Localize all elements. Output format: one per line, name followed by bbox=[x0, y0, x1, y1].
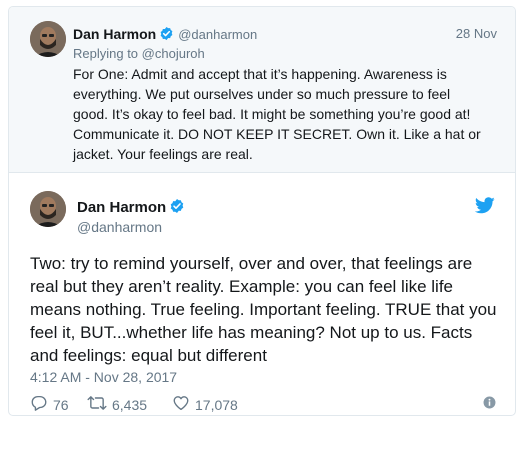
retweet-count: 6,435 bbox=[112, 396, 148, 413]
main-header: Dan Harmon bbox=[77, 198, 185, 219]
embedded-tweet-card: Dan Harmon @danharmon 28 Nov Replying to … bbox=[8, 6, 516, 416]
reply-icon bbox=[30, 394, 53, 415]
avatar[interactable] bbox=[30, 191, 66, 227]
avatar[interactable] bbox=[30, 21, 66, 57]
display-name[interactable]: Dan Harmon bbox=[77, 199, 166, 216]
retweet-icon bbox=[87, 394, 112, 415]
verified-badge-icon bbox=[169, 198, 185, 219]
tweet-date[interactable]: 28 Nov bbox=[456, 26, 497, 41]
like-count: 17,078 bbox=[195, 396, 238, 413]
tweet-actions: 76 6,435 17,078 bbox=[30, 394, 496, 414]
like-button[interactable]: 17,078 bbox=[172, 394, 238, 415]
replying-prefix: Replying to bbox=[73, 46, 139, 61]
parent-header: Dan Harmon @danharmon 28 Nov bbox=[73, 26, 497, 44]
handle[interactable]: @danharmon bbox=[77, 219, 162, 235]
main-tweet-text: Two: try to remind yourself, over and ov… bbox=[30, 254, 497, 365]
replying-to: Replying to @chojuroh bbox=[73, 46, 205, 61]
handle[interactable]: @danharmon bbox=[178, 27, 257, 42]
info-icon[interactable] bbox=[483, 396, 496, 414]
replying-to-handle[interactable]: @chojuroh bbox=[142, 46, 205, 61]
parent-tweet[interactable]: Dan Harmon @danharmon 28 Nov Replying to … bbox=[9, 7, 515, 173]
reply-count: 76 bbox=[53, 396, 69, 413]
parent-tweet-text: For One: Admit and accept that it’s happ… bbox=[73, 66, 481, 162]
heart-icon bbox=[172, 394, 195, 415]
twitter-bird-icon[interactable] bbox=[474, 197, 495, 219]
verified-badge-icon bbox=[159, 26, 174, 46]
display-name[interactable]: Dan Harmon bbox=[73, 26, 156, 42]
tweet-timestamp[interactable]: 4:12 AM - Nov 28, 2017 bbox=[30, 369, 177, 385]
reply-button[interactable]: 76 bbox=[30, 394, 69, 415]
retweet-button[interactable]: 6,435 bbox=[87, 394, 147, 415]
